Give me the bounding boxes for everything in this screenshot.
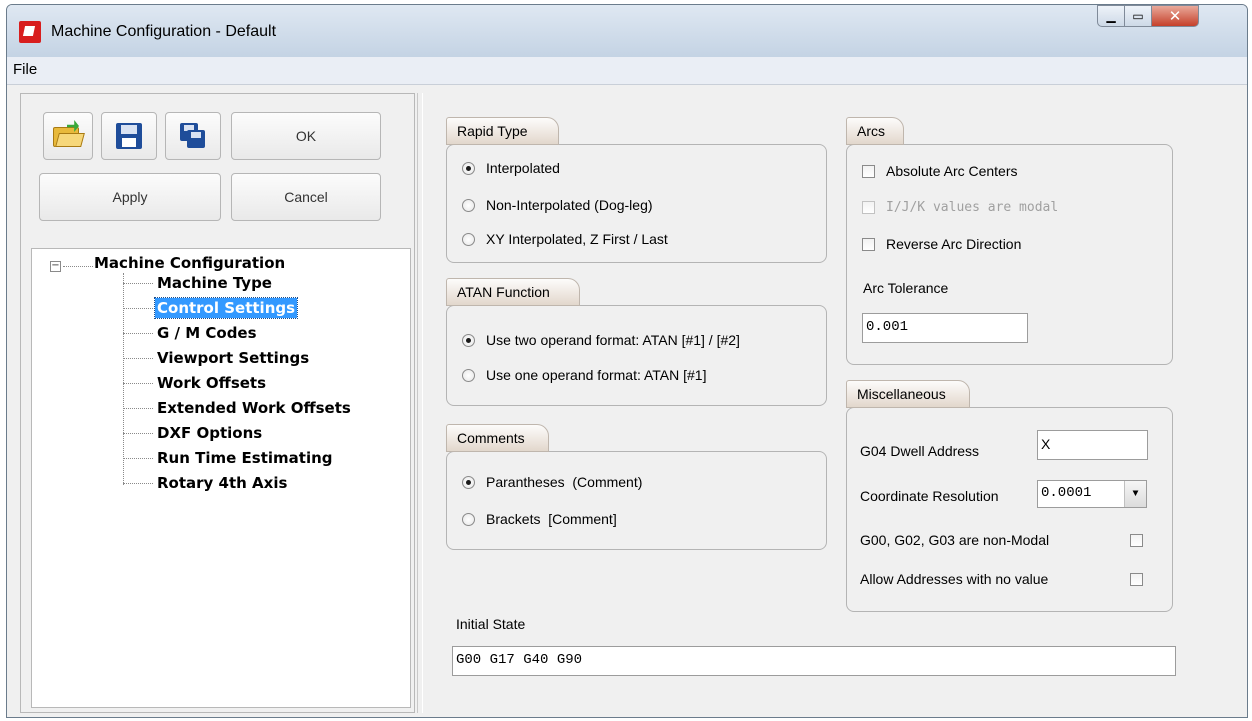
allow-addresses-label: Allow Addresses with no value <box>860 571 1049 587</box>
radio-icon <box>462 198 475 212</box>
reverse-arc-direction-checkbox[interactable]: Reverse Arc Direction <box>862 236 1021 252</box>
arc-tolerance-label: Arc Tolerance <box>863 280 949 296</box>
menu-file[interactable]: File <box>13 61 37 78</box>
rapid-type-title: Rapid Type <box>446 117 559 145</box>
atan-function-title: ATAN Function <box>446 278 580 306</box>
checkbox-icon <box>862 237 875 251</box>
initial-state-label: Initial State <box>456 616 526 632</box>
tree-item-viewport-settings[interactable]: Viewport Settings <box>123 347 403 369</box>
radio-icon <box>462 368 475 382</box>
ok-label: OK <box>295 128 317 144</box>
tree-item-machine-type[interactable]: Machine Type <box>123 272 403 294</box>
comments-title: Comments <box>446 424 549 452</box>
tree-item-label: Machine Type <box>157 274 272 292</box>
tree-item-run-time-estimating[interactable]: Run Time Estimating <box>123 447 403 469</box>
ijk-values-modal-checkbox[interactable]: I/J/K values are modal <box>862 200 1058 215</box>
radio-label: Brackets [Comment] <box>486 511 617 527</box>
checkbox-label: Absolute Arc Centers <box>886 163 1018 179</box>
g04-dwell-address-input[interactable]: X <box>1037 430 1148 460</box>
radio-label: Use two operand format: ATAN [#1] / [#2] <box>486 332 740 348</box>
checkbox-icon <box>862 164 875 178</box>
radio-label: Interpolated <box>486 160 560 176</box>
checkbox-label: I/J/K values are modal <box>886 200 1059 215</box>
minimize-button[interactable]: ▁ <box>1097 5 1125 27</box>
comments-group <box>446 451 827 550</box>
cancel-button[interactable]: Cancel <box>231 173 381 221</box>
radio-icon <box>462 232 475 246</box>
radio-selected-icon <box>462 161 475 175</box>
radio-label: Non-Interpolated (Dog-leg) <box>486 197 653 213</box>
app-logo-icon <box>19 21 41 43</box>
window-title: Machine Configuration - Default <box>51 23 277 40</box>
absolute-arc-centers-checkbox[interactable]: Absolute Arc Centers <box>862 163 1018 179</box>
atan-two-operand-radio[interactable]: Use two operand format: ATAN [#1] / [#2] <box>462 332 740 348</box>
maximize-icon: ▭ <box>1132 9 1144 23</box>
coordinate-resolution-value: 0.0001 <box>1041 485 1092 501</box>
tree-item-label: Rotary 4th Axis <box>157 474 288 492</box>
tree-item-label: Control Settings <box>153 297 299 319</box>
save-as-disk-icon <box>180 123 206 149</box>
non-modal-label: G00, G02, G03 are non-Modal <box>860 532 1050 548</box>
tree-item-extended-work-offsets[interactable]: Extended Work Offsets <box>123 397 403 419</box>
close-button[interactable]: ✕ <box>1151 5 1199 27</box>
tree-item-control-settings[interactable]: Control Settings <box>123 297 403 319</box>
rapid-xy-interpolated-radio[interactable]: XY Interpolated, Z First / Last <box>462 231 668 247</box>
ok-button[interactable]: OK <box>231 112 381 160</box>
collapse-icon[interactable]: − <box>50 261 61 272</box>
radio-selected-icon <box>462 475 475 489</box>
tree-item-label: DXF Options <box>157 424 263 442</box>
tree-item-work-offsets[interactable]: Work Offsets <box>123 372 403 394</box>
arc-tolerance-input[interactable]: 0.001 <box>862 313 1028 343</box>
open-folder-icon <box>53 120 85 148</box>
radio-label: XY Interpolated, Z First / Last <box>486 231 668 247</box>
non-modal-checkbox[interactable] <box>1130 534 1143 547</box>
tree-item-dxf-options[interactable]: DXF Options <box>123 422 403 444</box>
atan-function-group <box>446 305 827 406</box>
arcs-title: Arcs <box>846 117 904 145</box>
apply-button[interactable]: Apply <box>39 173 221 221</box>
title-bar[interactable]: Machine Configuration - Default ▁ ▭ ✕ <box>7 5 1247 57</box>
chevron-down-icon[interactable]: ▼ <box>1124 481 1146 507</box>
cancel-label: Cancel <box>284 189 328 205</box>
allow-addresses-checkbox[interactable] <box>1130 573 1143 586</box>
apply-label: Apply <box>112 189 148 205</box>
comments-parentheses-radio[interactable]: Parantheses (Comment) <box>462 474 642 490</box>
machine-configuration-window: Machine Configuration - Default ▁ ▭ ✕ Fi… <box>6 4 1248 718</box>
checkbox-icon <box>862 201 875 214</box>
tree-item-label: G / M Codes <box>157 324 257 342</box>
tree-item-rotary-4th-axis[interactable]: Rotary 4th Axis <box>123 472 403 494</box>
configuration-tree[interactable]: − Machine Configuration Machine Type Con… <box>31 248 411 708</box>
radio-label: Use one operand format: ATAN [#1] <box>486 367 707 383</box>
atan-one-operand-radio[interactable]: Use one operand format: ATAN [#1] <box>462 367 707 383</box>
miscellaneous-title: Miscellaneous <box>846 380 970 408</box>
comments-brackets-radio[interactable]: Brackets [Comment] <box>462 511 617 527</box>
save-disk-icon <box>116 123 142 149</box>
tree-item-label: Run Time Estimating <box>157 449 333 467</box>
radio-icon <box>462 512 475 526</box>
maximize-button[interactable]: ▭ <box>1124 5 1152 27</box>
tree-item-gm-codes[interactable]: G / M Codes <box>123 322 403 344</box>
rapid-non-interpolated-radio[interactable]: Non-Interpolated (Dog-leg) <box>462 197 653 213</box>
save-as-button[interactable] <box>165 112 221 160</box>
open-button[interactable] <box>43 112 93 160</box>
minimize-icon: ▁ <box>1106 9 1116 23</box>
tree-item-label: Viewport Settings <box>157 349 310 367</box>
radio-label: Parantheses (Comment) <box>486 474 643 490</box>
g04-dwell-address-label: G04 Dwell Address <box>860 443 980 459</box>
tree-item-label: Work Offsets <box>157 374 267 392</box>
save-button[interactable] <box>101 112 157 160</box>
checkbox-label: Reverse Arc Direction <box>886 236 1022 252</box>
menu-bar: File <box>7 57 1247 85</box>
coordinate-resolution-select[interactable]: 0.0001 ▼ <box>1037 480 1147 508</box>
pane-splitter[interactable] <box>417 93 423 713</box>
tree-root-machine-configuration[interactable]: Machine Configuration <box>94 254 285 272</box>
rapid-interpolated-radio[interactable]: Interpolated <box>462 160 560 176</box>
initial-state-input[interactable]: G00 G17 G40 G90 <box>452 646 1176 676</box>
radio-selected-icon <box>462 333 475 347</box>
close-icon: ✕ <box>1168 7 1182 25</box>
coordinate-resolution-label: Coordinate Resolution <box>860 488 999 504</box>
tree-item-label: Extended Work Offsets <box>157 399 351 417</box>
